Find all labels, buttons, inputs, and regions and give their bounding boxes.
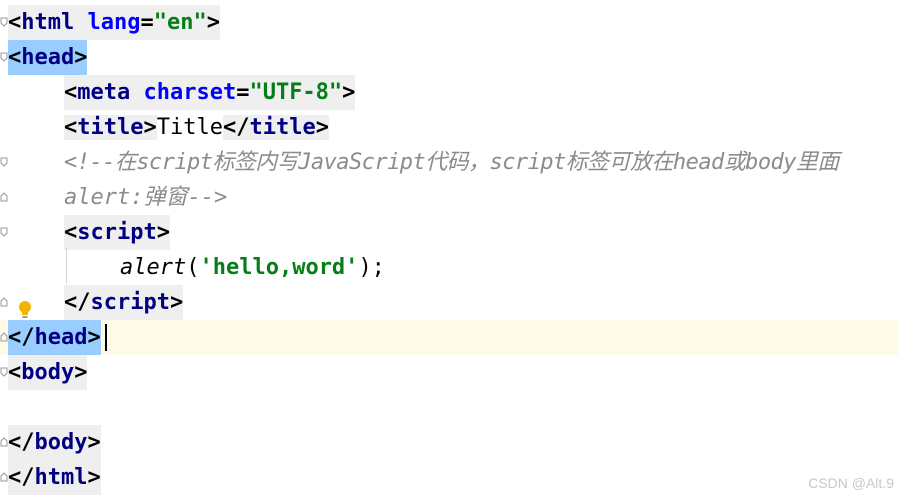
head-open-tag[interactable]: <head>: [8, 40, 88, 75]
code-line-empty[interactable]: [0, 390, 898, 425]
code-line-body-close[interactable]: </body>: [0, 425, 898, 460]
tag-bracket: <: [8, 360, 22, 385]
code-line-head-open[interactable]: <head>: [0, 40, 898, 75]
title-element[interactable]: <title>Title</title>: [64, 110, 329, 145]
code-line-html-close[interactable]: </html>: [0, 460, 898, 495]
tag-bracket: </: [8, 430, 35, 455]
tag-name: head: [34, 325, 88, 350]
comment-text: alert:弹窗-->: [64, 185, 228, 210]
meta-tag[interactable]: <meta charset="UTF-8">: [64, 75, 356, 110]
code-line-alert[interactable]: alert('hello,word');: [0, 250, 898, 285]
alert-call[interactable]: alert('hello,word');: [120, 250, 385, 285]
code-line-comment-1[interactable]: <!--在script标签内写JavaScript代码，script标签可放在h…: [0, 145, 898, 180]
tag-bracket: >: [74, 45, 88, 70]
equals-sign: =: [140, 10, 154, 35]
fold-icon[interactable]: [0, 192, 8, 202]
head-close-tag[interactable]: </head>: [8, 320, 101, 355]
script-open-tag[interactable]: <script>: [64, 215, 170, 250]
paren: (: [186, 255, 200, 280]
tag-name: body: [21, 360, 75, 385]
script-close-tag[interactable]: </script>: [64, 285, 184, 320]
tag-name: html: [21, 10, 75, 35]
tag-name: body: [34, 430, 88, 455]
tag-name: meta: [77, 80, 131, 105]
title-text: Title: [156, 115, 223, 140]
tag-bracket: <: [8, 45, 22, 70]
tag-bracket: >: [315, 115, 329, 140]
watermark-text: CSDN @Alt.9: [808, 475, 894, 491]
code-line-comment-2[interactable]: alert:弹窗-->: [0, 180, 898, 215]
body-close-tag[interactable]: </body>: [8, 425, 101, 460]
fold-icon[interactable]: [0, 437, 8, 447]
title-close-tag: </title>: [222, 115, 329, 140]
code-line-body-open[interactable]: <body>: [0, 355, 898, 390]
code-line-head-close[interactable]: </head>: [0, 320, 898, 355]
attribute-name: lang: [87, 10, 141, 35]
tag-bracket: >: [74, 360, 88, 385]
attribute-value: "en": [153, 10, 207, 35]
tag-bracket: <: [64, 115, 78, 140]
tag-bracket: </: [8, 325, 35, 350]
tag-name: title: [249, 115, 316, 140]
tag-name: script: [77, 220, 157, 245]
tag-bracket: </: [222, 115, 250, 140]
function-name: alert: [120, 255, 187, 280]
equals-sign: =: [236, 80, 250, 105]
body-open-tag[interactable]: <body>: [8, 355, 88, 390]
tag-bracket: >: [87, 325, 101, 350]
code-line-script-open[interactable]: <script>: [0, 215, 898, 250]
text-cursor: [105, 324, 107, 351]
code-line-script-close[interactable]: </script>: [0, 285, 898, 320]
fold-icon[interactable]: [0, 157, 8, 167]
tag-bracket: >: [87, 430, 101, 455]
fold-icon[interactable]: [0, 472, 8, 482]
tag-name: script: [90, 290, 170, 315]
tag-bracket: >: [342, 80, 356, 105]
attribute-value: "UTF-8": [249, 80, 343, 105]
tag-name: head: [21, 45, 75, 70]
tag-name: title: [77, 115, 144, 140]
tag-bracket: >: [156, 220, 170, 245]
fold-icon[interactable]: [0, 367, 8, 377]
tag-bracket: <: [8, 10, 22, 35]
tag-bracket: >: [143, 115, 157, 140]
intention-bulb-icon[interactable]: [16, 300, 34, 320]
tag-bracket: <: [64, 80, 78, 105]
fold-icon[interactable]: [0, 227, 8, 237]
tag-bracket: >: [206, 10, 220, 35]
html-close-tag[interactable]: </html>: [8, 460, 101, 495]
code-line-html-open[interactable]: <html lang="en">: [0, 5, 898, 40]
code-line-meta[interactable]: <meta charset="UTF-8">: [0, 75, 898, 110]
tag-bracket: <: [64, 220, 78, 245]
fold-icon[interactable]: [0, 332, 8, 342]
string-literal: 'hello,word': [199, 255, 359, 280]
tag-bracket: </: [64, 290, 91, 315]
tag-bracket: >: [87, 465, 101, 490]
code-line-title[interactable]: <title>Title</title>: [0, 110, 898, 145]
html-open-tag[interactable]: <html lang="en">: [8, 5, 220, 40]
tag-name: html: [34, 465, 88, 490]
comment-text: <!--在script标签内写JavaScript代码，script标签可放在h…: [64, 150, 839, 175]
tag-bracket: </: [8, 465, 35, 490]
tag-bracket: >: [169, 290, 184, 315]
paren: );: [358, 255, 385, 280]
fold-icon[interactable]: [0, 17, 8, 27]
title-open-tag: <title>: [64, 115, 157, 140]
fold-icon[interactable]: [0, 52, 8, 62]
fold-icon[interactable]: [0, 297, 8, 307]
attribute-name: charset: [143, 80, 237, 105]
